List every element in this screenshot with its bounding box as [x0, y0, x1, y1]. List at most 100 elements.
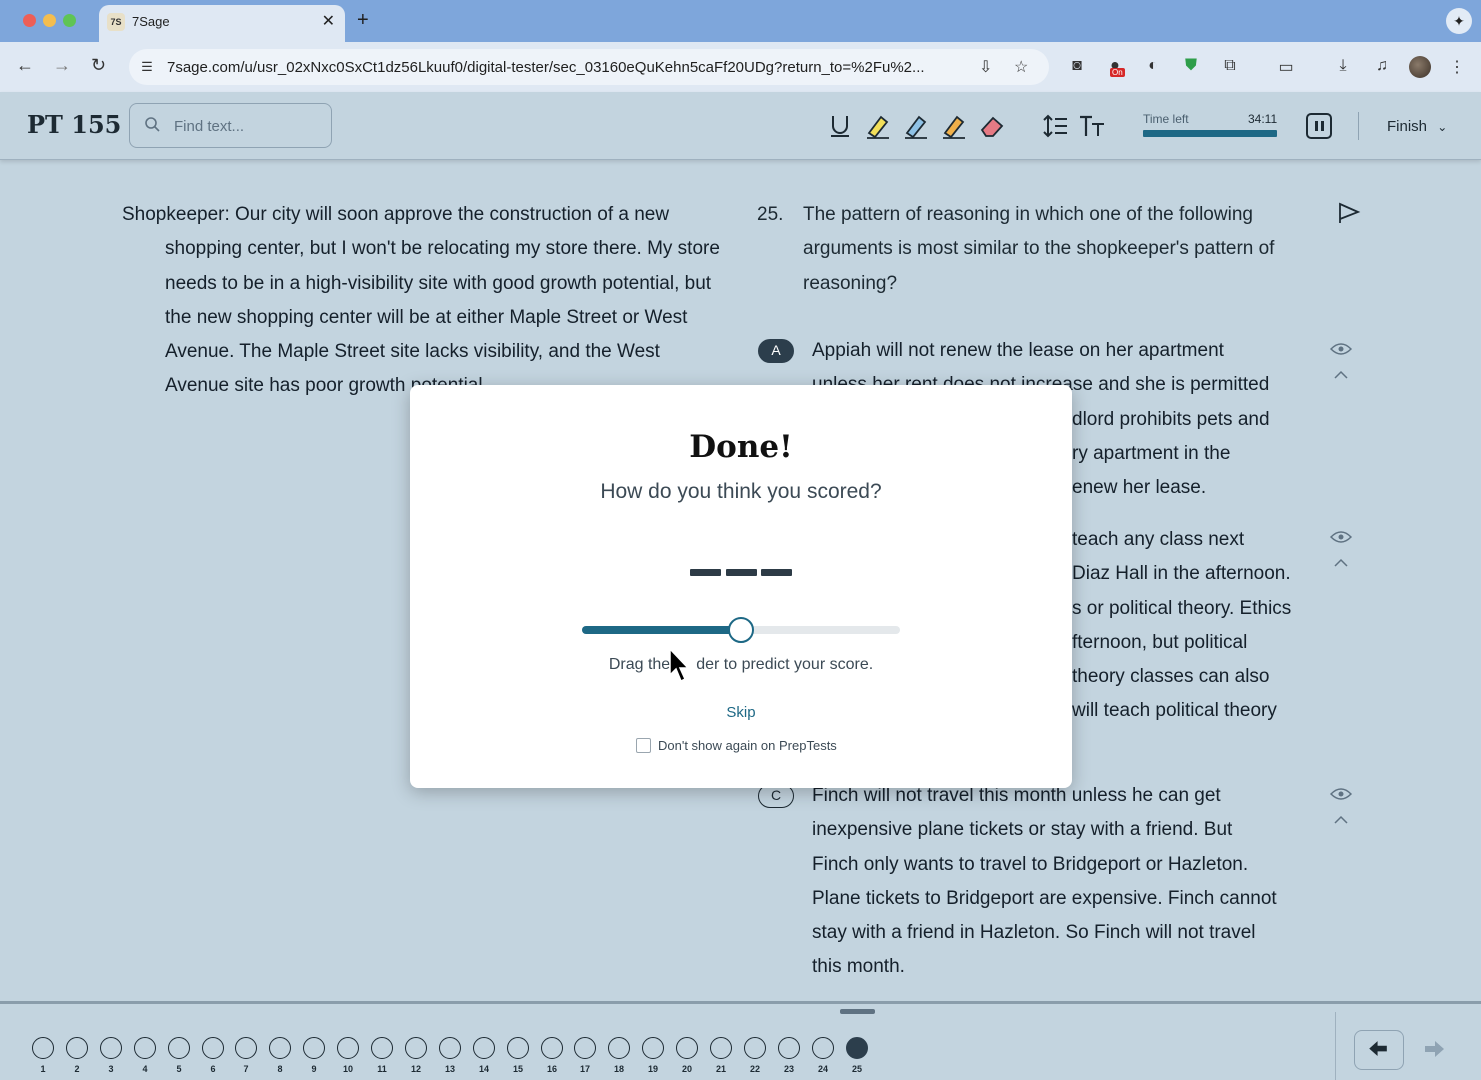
choice-line: will teach political theory	[1072, 700, 1277, 722]
question-nav-label: 5	[176, 1064, 182, 1074]
question-nav-2[interactable]	[66, 1037, 88, 1059]
vpn-extension-icon[interactable]: ◐	[1142, 57, 1164, 75]
downloads-icon[interactable]: ⤓	[1332, 57, 1354, 75]
question-nav-6[interactable]	[202, 1037, 224, 1059]
question-nav-4[interactable]	[134, 1037, 156, 1059]
find-text-box[interactable]	[129, 103, 332, 148]
browser-tab[interactable]: 7S 7Sage ✕	[99, 5, 345, 42]
forward-icon[interactable]: →	[53, 55, 71, 76]
question-nav-10[interactable]	[337, 1037, 359, 1059]
eye-icon[interactable]	[1330, 530, 1352, 544]
question-nav-label: 13	[444, 1064, 455, 1074]
flag-icon[interactable]	[1337, 202, 1361, 224]
slider-fill	[582, 626, 741, 634]
tab-close-icon[interactable]: ✕	[322, 11, 335, 31]
chevron-down-icon: ⌄	[1437, 120, 1448, 134]
eye-icon[interactable]	[1330, 342, 1352, 356]
eraser-icon[interactable]	[977, 111, 1007, 141]
question-nav-label: 16	[546, 1064, 557, 1074]
install-app-icon[interactable]: ⇩	[979, 57, 992, 77]
question-nav-1[interactable]	[32, 1037, 54, 1059]
shield-extension-icon[interactable]: ⛊	[1180, 57, 1202, 75]
pause-button[interactable]	[1306, 113, 1332, 139]
question-nav-21[interactable]	[710, 1037, 732, 1059]
profile-avatar[interactable]	[1409, 56, 1431, 78]
question-nav-22[interactable]	[744, 1037, 766, 1059]
dont-show-checkbox[interactable]	[636, 738, 651, 753]
question-nav-14[interactable]	[473, 1037, 495, 1059]
question-nav-25[interactable]	[846, 1037, 868, 1059]
browser-menu-icon[interactable]: ⋮	[1446, 57, 1468, 77]
collapse-choice-icon[interactable]	[1333, 370, 1349, 380]
question-nav-18[interactable]	[608, 1037, 630, 1059]
question-nav-label: 18	[613, 1064, 624, 1074]
extensions-puzzle-icon[interactable]: ⧉	[1219, 57, 1241, 75]
question-nav-16[interactable]	[541, 1037, 563, 1059]
new-tab-icon[interactable]: +	[357, 9, 369, 32]
minimize-window-button[interactable]	[43, 14, 56, 27]
reload-icon[interactable]: ↻	[91, 55, 106, 76]
choice-line: fternoon, but political	[1072, 631, 1248, 653]
previous-question-button[interactable]	[1354, 1030, 1404, 1070]
finish-menu-button[interactable]: Finish ⌄	[1387, 118, 1447, 135]
drag-hint-right: der to predict your score.	[696, 656, 874, 673]
choice-line: inexpensive plane tickets or stay with a…	[812, 819, 1233, 841]
choice-line: Plane tickets to Bridgeport are expensiv…	[812, 887, 1277, 909]
question-nav-23[interactable]	[778, 1037, 800, 1059]
bookmark-star-icon[interactable]: ☆	[1014, 57, 1028, 77]
question-nav-label: 4	[142, 1064, 148, 1074]
passage-text: Shopkeeper: Our city will soon approve t…	[122, 204, 720, 397]
page-title: PT 155	[27, 110, 122, 139]
question-nav-label: 19	[647, 1064, 658, 1074]
back-icon[interactable]: ←	[16, 55, 34, 76]
question-nav-3[interactable]	[100, 1037, 122, 1059]
question-nav-24[interactable]	[812, 1037, 834, 1059]
underline-tool-icon[interactable]	[825, 111, 855, 141]
collapse-choice-icon[interactable]	[1333, 558, 1349, 568]
choice-line: Appiah will not renew the lease on her a…	[812, 340, 1224, 361]
address-bar[interactable]: ☰ 7sage.com/u/usr_02xNxc0SxCt1dz56Lkuuf0…	[129, 49, 1049, 85]
media-controls-icon[interactable]: ♫	[1371, 57, 1393, 75]
question-nav-7[interactable]	[235, 1037, 257, 1059]
maximize-window-button[interactable]	[63, 14, 76, 27]
reading-list-icon[interactable]: ▭	[1275, 57, 1297, 77]
question-nav-20[interactable]	[676, 1037, 698, 1059]
dont-show-label[interactable]: Don't show again on PrepTests	[658, 738, 837, 753]
skip-link[interactable]: Skip	[410, 704, 1072, 721]
close-window-button[interactable]	[23, 14, 36, 27]
highlighter-blue-icon[interactable]	[901, 111, 931, 141]
question-nav-label: 17	[579, 1064, 590, 1074]
question-nav-label: 6	[210, 1064, 216, 1074]
site-favicon-icon: 7S	[107, 13, 125, 31]
choice-line: Finch only wants to travel to Bridgeport…	[812, 853, 1249, 875]
question-nav-11[interactable]	[371, 1037, 393, 1059]
site-settings-icon[interactable]: ☰	[138, 58, 156, 76]
question-nav-12[interactable]	[405, 1037, 427, 1059]
collapse-choice-icon[interactable]	[1333, 815, 1349, 825]
question-nav-5[interactable]	[168, 1037, 190, 1059]
next-question-button[interactable]	[1418, 1030, 1448, 1070]
question-nav-17[interactable]	[574, 1037, 596, 1059]
question-nav-19[interactable]	[642, 1037, 664, 1059]
camera-extension-icon[interactable]: ◙	[1066, 57, 1088, 75]
question-nav-8[interactable]	[269, 1037, 291, 1059]
resize-handle[interactable]	[840, 1009, 875, 1014]
gemini-icon[interactable]: ✦	[1446, 8, 1472, 34]
find-text-input[interactable]	[174, 114, 324, 138]
question-nav-9[interactable]	[303, 1037, 325, 1059]
eye-icon[interactable]	[1330, 787, 1352, 801]
highlighter-yellow-icon[interactable]	[863, 111, 893, 141]
question-nav-label: 25	[851, 1064, 862, 1074]
slider-thumb[interactable]	[728, 617, 754, 643]
font-size-icon[interactable]	[1077, 111, 1107, 141]
question-nav-13[interactable]	[439, 1037, 461, 1059]
question-stem: The pattern of reasoning in which one of…	[803, 204, 1275, 294]
question-nav-15[interactable]	[507, 1037, 529, 1059]
highlighter-orange-icon[interactable]	[939, 111, 969, 141]
choice-a-button[interactable]: A	[758, 339, 794, 363]
line-spacing-icon[interactable]	[1041, 111, 1071, 141]
score-prediction-modal: Done! How do you think you scored? Drag …	[410, 385, 1072, 788]
score-slider[interactable]	[582, 617, 900, 643]
choice-c-text[interactable]: Finch will not travel this month unless …	[812, 779, 1312, 985]
question-nav-label: 11	[377, 1064, 387, 1074]
